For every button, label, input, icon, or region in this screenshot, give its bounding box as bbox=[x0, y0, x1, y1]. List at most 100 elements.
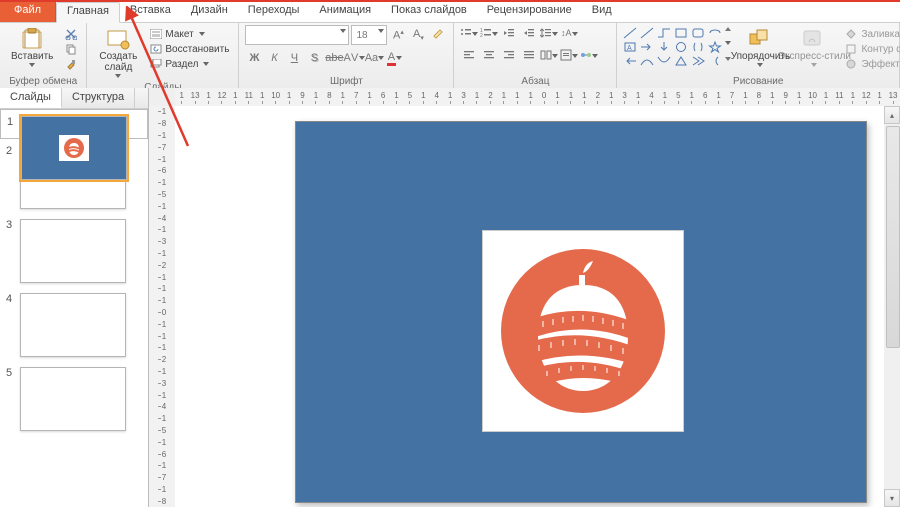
font-color-button[interactable]: A bbox=[385, 49, 403, 67]
slide-thumbnail[interactable]: 5 bbox=[0, 361, 148, 435]
ruler-tick: 5 bbox=[672, 91, 685, 104]
shape-curve2-icon[interactable] bbox=[657, 55, 671, 67]
tab-design[interactable]: Дизайн bbox=[181, 2, 238, 22]
format-painter-button[interactable] bbox=[62, 57, 80, 71]
font-size-select[interactable]: 18 bbox=[351, 25, 387, 45]
slide-thumbnail[interactable]: 3 bbox=[0, 213, 148, 287]
cut-button[interactable] bbox=[62, 27, 80, 41]
copy-button[interactable] bbox=[62, 42, 80, 56]
shape-line2-icon[interactable] bbox=[640, 27, 654, 39]
tab-insert[interactable]: Вставка bbox=[120, 2, 181, 22]
ruler-tick: 1 bbox=[229, 91, 242, 104]
ruler-tick: 1 bbox=[712, 91, 725, 104]
shape-downarrow-icon[interactable] bbox=[657, 41, 671, 53]
tab-view[interactable]: Вид bbox=[582, 2, 622, 22]
new-slide-button[interactable]: Создать слайд bbox=[93, 25, 143, 81]
shape-bracket-icon[interactable] bbox=[708, 27, 722, 39]
shape-roundrect-icon[interactable] bbox=[691, 27, 705, 39]
shape-circle-icon[interactable] bbox=[674, 41, 688, 53]
slide-stage[interactable] bbox=[175, 106, 884, 507]
layout-button[interactable]: Макет bbox=[147, 27, 232, 41]
shape-fill-button[interactable]: Заливка фигуры bbox=[843, 27, 900, 41]
paste-icon bbox=[18, 28, 46, 50]
decrease-indent-button[interactable] bbox=[500, 25, 518, 43]
group-font: 18 A▴ A▾ Ж К Ч S abe AV Aa A Шрифт bbox=[239, 23, 454, 89]
bullets-button[interactable] bbox=[460, 25, 478, 43]
bold-icon: Ж bbox=[249, 52, 259, 64]
line-spacing-button[interactable] bbox=[540, 25, 558, 43]
text-direction-button[interactable]: ↕A bbox=[560, 25, 578, 43]
bold-button[interactable]: Ж bbox=[245, 49, 263, 67]
tab-file[interactable]: Файл bbox=[0, 2, 56, 22]
quick-styles-button[interactable]: Экспресс-стили bbox=[789, 25, 839, 70]
smartart-button[interactable] bbox=[580, 47, 598, 65]
slide-image[interactable] bbox=[482, 230, 684, 432]
slide-thumbnail[interactable]: 1 bbox=[0, 109, 148, 139]
thumb-list[interactable]: 12345 bbox=[0, 109, 148, 507]
shape-brace-icon[interactable] bbox=[691, 41, 705, 53]
shape-rect-icon[interactable] bbox=[674, 27, 688, 39]
scroll-up-button[interactable]: ▴ bbox=[884, 106, 900, 124]
ruler-tick: 1 bbox=[158, 106, 166, 118]
shape-gallery[interactable]: A bbox=[623, 25, 731, 67]
align-center-button[interactable] bbox=[480, 47, 498, 65]
scroll-down-button[interactable]: ▾ bbox=[884, 489, 900, 507]
shape-outline-button[interactable]: Контур фигуры bbox=[843, 42, 900, 56]
slide-thumbnail[interactable]: 4 bbox=[0, 287, 148, 361]
reset-button[interactable]: Восстановить bbox=[147, 42, 232, 56]
shape-connector-icon[interactable] bbox=[657, 27, 671, 39]
increase-font-button[interactable]: A▴ bbox=[389, 26, 407, 44]
shape-textbox-icon[interactable]: A bbox=[623, 41, 637, 53]
decrease-font-icon: A▾ bbox=[413, 28, 424, 42]
paste-button[interactable]: Вставить bbox=[6, 25, 58, 70]
gallery-down-icon[interactable] bbox=[725, 41, 731, 45]
justify-icon bbox=[523, 49, 535, 64]
columns-button[interactable] bbox=[540, 47, 558, 65]
section-button[interactable]: Раздел bbox=[147, 57, 232, 71]
shape-star-icon[interactable] bbox=[708, 41, 722, 53]
shape-chevron-icon[interactable] bbox=[691, 55, 705, 67]
italic-icon: К bbox=[271, 52, 277, 64]
decrease-font-button[interactable]: A▾ bbox=[409, 26, 427, 44]
numbering-button[interactable]: 12 bbox=[480, 25, 498, 43]
ruler-tick: 11 bbox=[242, 91, 255, 104]
thumb-tab-outline[interactable]: Структура bbox=[62, 88, 135, 108]
shape-arrow-icon[interactable] bbox=[640, 41, 654, 53]
shape-effects-button[interactable]: Эффекты фигур bbox=[843, 57, 900, 71]
thumb-tab-slides[interactable]: Слайды bbox=[0, 88, 62, 108]
gallery-up-icon[interactable] bbox=[725, 27, 731, 31]
scrollbar-vertical[interactable]: ▴ ▾ bbox=[883, 106, 900, 507]
shape-leftarrow-icon[interactable] bbox=[623, 55, 637, 67]
scroll-thumb[interactable] bbox=[886, 126, 900, 348]
shape-curve-icon[interactable] bbox=[640, 55, 654, 67]
increase-indent-button[interactable] bbox=[520, 25, 538, 43]
ruler-tick: 1 bbox=[497, 91, 510, 104]
shape-leftbrace-icon[interactable] bbox=[708, 55, 722, 67]
slide-canvas[interactable] bbox=[295, 121, 867, 503]
ruler-tick: 1 bbox=[158, 224, 166, 236]
shape-triangle-icon[interactable] bbox=[674, 55, 688, 67]
char-spacing-button[interactable]: AV bbox=[345, 49, 363, 67]
tab-review[interactable]: Рецензирование bbox=[477, 2, 582, 22]
change-case-button[interactable]: Aa bbox=[365, 49, 383, 67]
underline-button[interactable]: Ч bbox=[285, 49, 303, 67]
align-text-button[interactable] bbox=[560, 47, 578, 65]
align-left-button[interactable] bbox=[460, 47, 478, 65]
ruler-tick: 1 bbox=[158, 295, 166, 307]
align-right-button[interactable] bbox=[500, 47, 518, 65]
shadow-button[interactable]: S bbox=[305, 49, 323, 67]
group-slides: Создать слайд Макет Восстановить Раздел … bbox=[87, 23, 239, 89]
tab-transitions[interactable]: Переходы bbox=[238, 2, 310, 22]
chevron-down-icon bbox=[572, 54, 578, 58]
justify-button[interactable] bbox=[520, 47, 538, 65]
strike-button[interactable]: abe bbox=[325, 49, 343, 67]
shape-line-icon[interactable] bbox=[623, 27, 637, 39]
font-name-select[interactable] bbox=[245, 25, 349, 45]
tab-animation[interactable]: Анимация bbox=[309, 2, 381, 22]
clear-format-button[interactable] bbox=[429, 26, 447, 44]
ruler-tick: 1 bbox=[739, 91, 752, 104]
italic-button[interactable]: К bbox=[265, 49, 283, 67]
tab-home[interactable]: Главная bbox=[56, 2, 120, 23]
arrange-button[interactable]: Упорядочить bbox=[735, 25, 785, 70]
tab-slideshow[interactable]: Показ слайдов bbox=[381, 2, 477, 22]
